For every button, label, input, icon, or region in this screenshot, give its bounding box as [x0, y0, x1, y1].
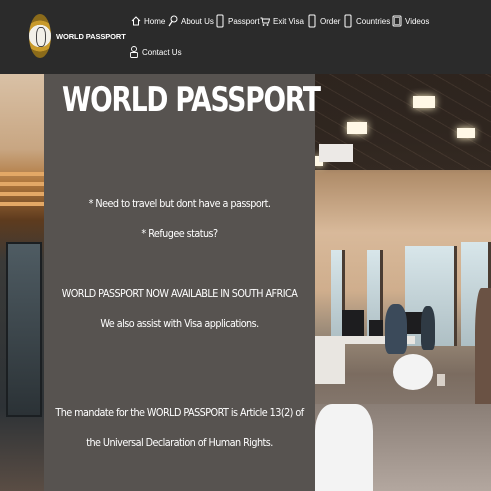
- intro-line: We also assist with Visa applications.: [100, 318, 259, 330]
- nav-item-countries[interactable]: Countries: [343, 12, 390, 30]
- tablet-icon: [392, 14, 402, 28]
- nav-item-label: Videos: [405, 16, 430, 26]
- contact-icon: [129, 45, 139, 59]
- storefront-photo: [0, 74, 44, 491]
- phone-icon: [215, 14, 225, 28]
- nav-item-videos[interactable]: Videos: [392, 12, 429, 30]
- world-passport-logo[interactable]: [29, 14, 51, 58]
- nav-item-label: Countries: [356, 16, 391, 26]
- nav-item-label: Contact Us: [142, 47, 182, 57]
- phone-icon: [343, 14, 353, 28]
- nav-item-label: Order: [320, 16, 341, 26]
- site-header: WORLD PASSPORT Home About Us Passport Ex…: [0, 0, 491, 74]
- nav-item-passport[interactable]: Passport: [215, 12, 260, 30]
- nav-item-order[interactable]: Order: [307, 12, 340, 30]
- brand-name[interactable]: WORLD PASSPORT: [56, 32, 126, 41]
- nav-item-contact-us[interactable]: Contact Us: [129, 43, 182, 61]
- nav-item-label: About Us: [181, 16, 214, 26]
- cart-icon: [260, 14, 271, 28]
- intro-panel: WORLD PASSPORT * Need to travel but dont…: [44, 74, 321, 491]
- nav-item-exit-visa[interactable]: Exit Visa: [260, 12, 304, 30]
- home-icon: [131, 14, 141, 28]
- nav-item-label: Passport: [228, 16, 260, 26]
- intro-line: * Need to travel but dont have a passpor…: [88, 198, 271, 210]
- intro-line: The mandate for the WORLD PASSPORT is Ar…: [55, 407, 304, 419]
- intro-line: the Universal Declaration of Human Right…: [86, 437, 273, 449]
- intro-line: * Refugee status?: [141, 228, 218, 240]
- nav-item-label: Home: [144, 16, 166, 26]
- intro-line: WORLD PASSPORT NOW AVAILABLE IN SOUTH AF…: [61, 288, 298, 300]
- office-photo: [315, 74, 491, 491]
- nav-item-label: Exit Visa: [273, 16, 304, 26]
- search-icon: [168, 14, 178, 28]
- page-title: WORLD PASSPORT: [62, 80, 321, 120]
- hero-section: WORLD PASSPORT * Need to travel but dont…: [0, 74, 491, 491]
- phone-icon: [307, 14, 317, 28]
- nav-item-about-us[interactable]: About Us: [168, 12, 214, 30]
- nav-item-home[interactable]: Home: [131, 12, 165, 30]
